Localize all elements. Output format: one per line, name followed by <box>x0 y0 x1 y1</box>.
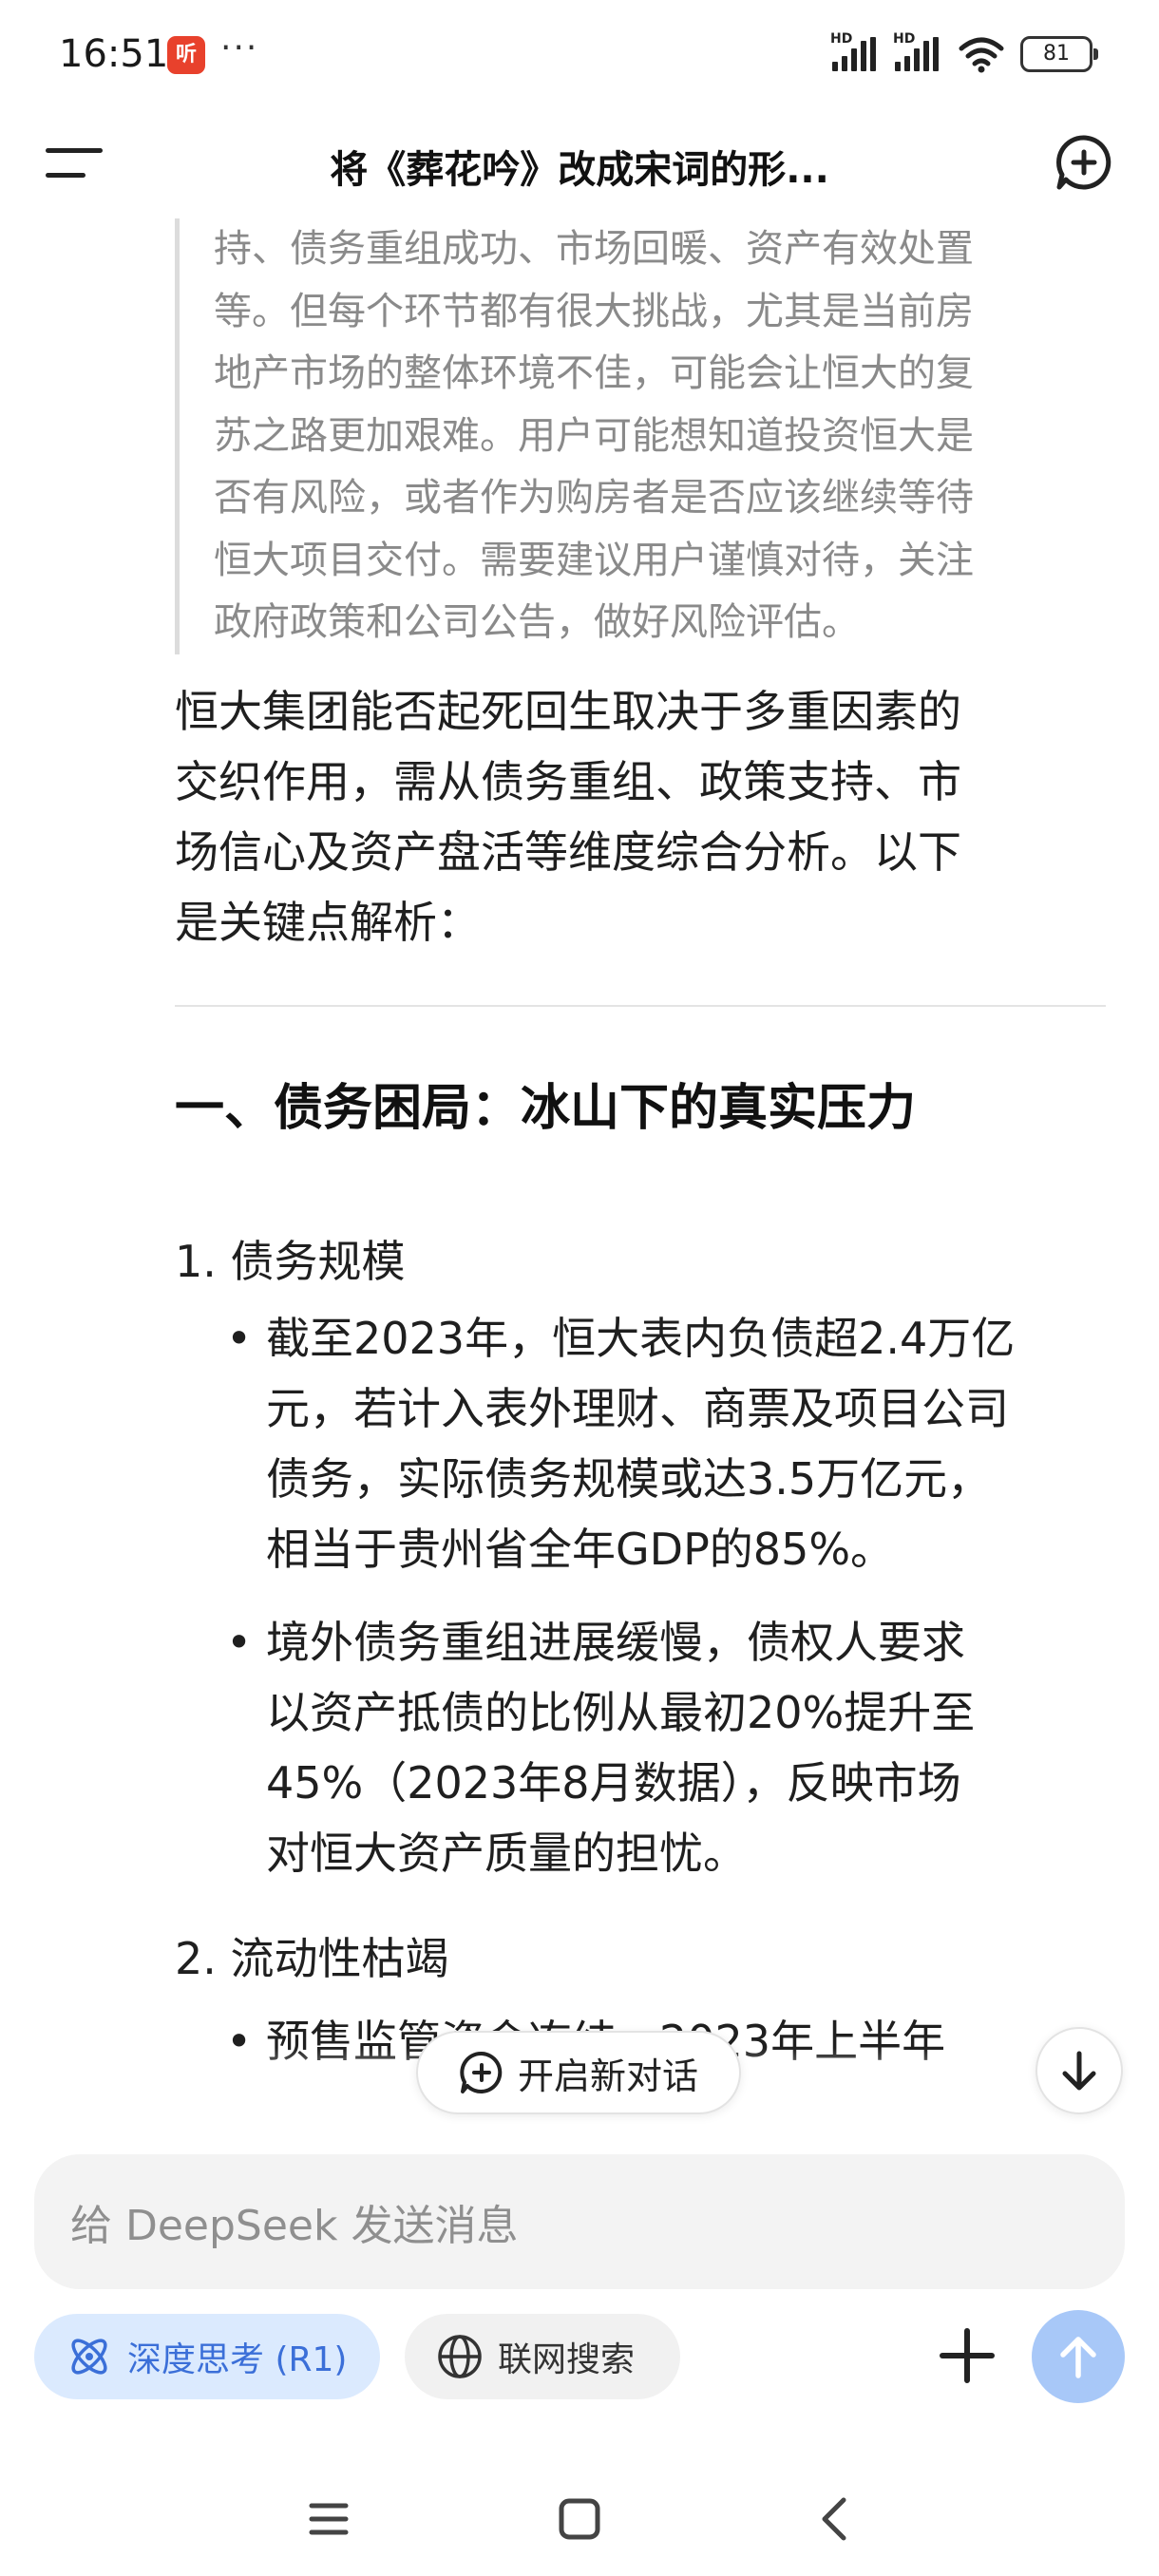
atom-icon <box>71 2339 107 2375</box>
web-search-toggle[interactable]: 联网搜索 <box>405 2314 680 2399</box>
new-chat-icon[interactable] <box>1054 133 1113 192</box>
arrow-down-icon <box>1062 2051 1096 2091</box>
signal-icon: HD <box>830 31 880 71</box>
bullet-line: 债务，实际债务规模或达3.5万亿元， <box>266 1453 992 1505</box>
status-indicators: HD HD 81 <box>830 31 1098 76</box>
thinking-line: 持、债务重组成功、市场回暖、资产有效处置 <box>214 227 974 271</box>
divider <box>175 1005 1106 1007</box>
message-input-placeholder: 给 DeepSeek 发送消息 <box>70 2202 519 2250</box>
thinking-line: 恒大项目交付。需要建议用户谨慎对待，关注 <box>214 538 974 582</box>
bullet-dot: • <box>226 1617 253 1668</box>
bullet-line: 45%（2023年8月数据），反映市场 <box>266 1757 961 1809</box>
bullet-item: • 境外债务重组进展缓慢，债权人要求 以资产抵债的比例从最初20%提升至 45%… <box>226 1607 1119 1888</box>
new-conversation-label: 开启新对话 <box>517 2055 698 2097</box>
intro-line: 场信心及资产盘活等维度综合分析。以下 <box>175 826 961 878</box>
system-navigation-bar <box>0 2470 1159 2576</box>
home-icon[interactable] <box>551 2491 608 2548</box>
new-conversation-button[interactable]: 开启新对话 <box>416 2031 741 2114</box>
scroll-to-bottom-button[interactable] <box>1036 2027 1123 2114</box>
bullet-line: 以资产抵债的比例从最初20%提升至 <box>266 1687 976 1738</box>
list-item-heading: 1. 债务规模 <box>175 1236 406 1287</box>
status-time: 16:51 <box>59 32 169 76</box>
thinking-line: 否有风险，或者作为购房者是否应该继续等待 <box>214 476 974 520</box>
intro-line: 是关键点解析： <box>175 897 481 948</box>
bullet-line: 截至2023年，恒大表内负债超2.4万亿 <box>266 1313 1016 1364</box>
bullet-line: 元，若计入表外理财、商票及项目公司 <box>266 1383 1009 1434</box>
conversation-title: 将《葬花吟》改成宋词的形... <box>330 148 829 192</box>
bullet-line: 相当于贵州省全年GDP的85%。 <box>266 1524 895 1575</box>
menu-icon[interactable] <box>46 144 103 182</box>
arrow-up-icon <box>1060 2337 1096 2378</box>
web-search-label: 联网搜索 <box>498 2340 636 2379</box>
back-icon[interactable] <box>808 2491 864 2548</box>
signal-icon: HD <box>893 31 942 71</box>
recent-apps-icon[interactable] <box>300 2491 357 2548</box>
globe-icon <box>438 2335 482 2378</box>
bullet-line: 对恒大资产质量的担忧。 <box>266 1828 747 1879</box>
message-content[interactable]: 持、债务重组成功、市场回暖、资产有效处置 等。但每个环节都有很大挑战，尤其是当前… <box>0 215 1159 2105</box>
answer-intro: 恒大集团能否起死回生取决于多重因素的 交织作用，需从债务重组、政策支持、市 场信… <box>175 676 1106 957</box>
battery-icon: 81 <box>1020 36 1098 72</box>
app-notification-icon: 听 <box>167 36 205 74</box>
thinking-line: 等。但每个环节都有很大挑战，尤其是当前房 <box>214 289 974 333</box>
attach-plus-icon[interactable] <box>929 2318 1005 2394</box>
bullet-item: • 截至2023年，恒大表内负债超2.4万亿 元，若计入表外理财、商票及项目公司… <box>226 1303 1119 1584</box>
deep-think-label: 深度思考 (R1) <box>127 2340 348 2379</box>
intro-line: 恒大集团能否起死回生取决于多重因素的 <box>175 686 961 737</box>
status-bar: 16:51 听 ··· HD HD 81 <box>0 0 1159 112</box>
thinking-line: 苏之路更加艰难。用户可能想知道投资恒大是 <box>214 413 974 458</box>
bullet-line: 境外债务重组进展缓慢，债权人要求 <box>266 1617 965 1668</box>
more-notifications-icon: ··· <box>220 28 259 67</box>
bullet-dot: • <box>226 1313 253 1364</box>
section-heading: 一、债务困局：冰山下的真实压力 <box>175 1080 917 1137</box>
list-item-heading: 2. 流动性枯竭 <box>175 1933 449 1984</box>
thinking-block: 持、债务重组成功、市场回暖、资产有效处置 等。但每个环节都有很大挑战，尤其是当前… <box>175 218 1106 654</box>
wifi-icon <box>959 37 1004 73</box>
send-button[interactable] <box>1032 2310 1125 2403</box>
message-input[interactable]: 给 DeepSeek 发送消息 <box>34 2154 1125 2289</box>
thinking-line: 地产市场的整体环境不佳，可能会让恒大的复 <box>214 351 974 395</box>
deep-think-toggle[interactable]: 深度思考 (R1) <box>34 2314 380 2399</box>
intro-line: 交织作用，需从债务重组、政策支持、市 <box>175 756 961 807</box>
chat-header: 将《葬花吟》改成宋词的形... <box>0 112 1159 215</box>
thinking-line: 政府政策和公司公告，做好风险评估。 <box>214 600 860 644</box>
new-chat-icon <box>460 2051 503 2093</box>
